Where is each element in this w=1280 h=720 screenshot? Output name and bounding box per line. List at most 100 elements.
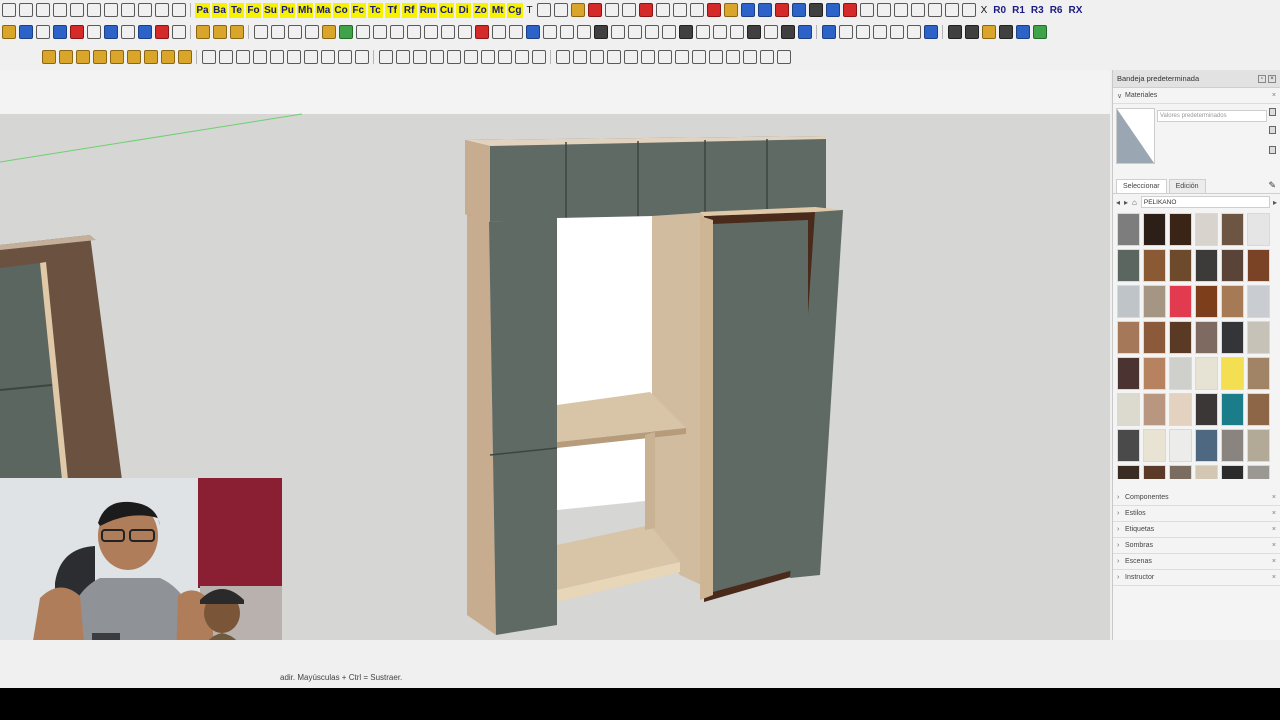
plugin-tag-tc[interactable]: Tc [367,2,383,18]
box-icon[interactable] [860,3,875,17]
plugin-tag-su[interactable]: Su [263,2,278,18]
close-icon[interactable]: × [1272,574,1276,581]
panel-icon-13[interactable] [508,25,523,39]
shape-tool-icon-7[interactable] [143,50,158,64]
material-swatch[interactable] [1117,465,1140,479]
plugin-tag-mt[interactable]: Mt [490,2,506,18]
book-icon[interactable] [724,3,739,17]
arc-icon[interactable] [69,25,84,39]
sandbox-icon-11[interactable] [725,50,740,64]
drawer-icon[interactable] [525,25,540,39]
material-swatch[interactable] [1169,321,1192,354]
material-swatch[interactable] [1221,393,1244,426]
cut-icon[interactable] [52,3,67,17]
details-arrow-icon[interactable]: ▸ [1273,198,1277,207]
layers-icon[interactable] [947,25,962,39]
material-swatch[interactable] [1247,465,1270,479]
panel-icon-1[interactable] [253,25,268,39]
plugin-tag-fc[interactable]: Fc [350,2,366,18]
paint-icon[interactable] [571,3,586,17]
scale-icon[interactable] [171,25,186,39]
close-icon[interactable]: × [1272,542,1276,549]
panel-icon-18[interactable] [695,25,710,39]
round-r1-button[interactable]: R1 [1012,5,1025,16]
material-swatch[interactable] [1221,357,1244,390]
panel-icon-14[interactable] [542,25,557,39]
material-swatch[interactable] [1143,429,1166,462]
panel-icon-2[interactable] [270,25,285,39]
material-swatch[interactable] [1247,213,1270,246]
panel-icon-9[interactable] [423,25,438,39]
cabinet-icon[interactable] [321,25,336,39]
plugin-tag-cg[interactable]: Cg [507,2,523,18]
material-swatch[interactable] [1195,357,1218,390]
edit-icon-6[interactable] [286,50,301,64]
material-swatch[interactable] [1117,213,1140,246]
plugin-tag-pu[interactable]: Pu [280,2,295,18]
edit-icon-5[interactable] [269,50,284,64]
material-swatch[interactable] [1169,357,1192,390]
panel-icon-10[interactable] [440,25,455,39]
view-icon-2[interactable] [838,25,853,39]
close-icon[interactable]: × [1272,526,1276,533]
panel-icon-20[interactable] [729,25,744,39]
tape-icon[interactable] [554,3,569,17]
open-file-icon[interactable] [18,3,33,17]
export-icon[interactable] [780,25,795,39]
material-swatch[interactable] [1195,285,1218,318]
material-swatch[interactable] [1143,321,1166,354]
house-icon[interactable] [981,25,996,39]
material-swatch[interactable] [1247,429,1270,462]
shape-tool-icon-2[interactable] [58,50,73,64]
back-arrow-icon[interactable]: ◂ [1116,198,1120,207]
hatch-icon[interactable] [661,25,676,39]
material-swatch[interactable] [1169,429,1192,462]
section-instructor[interactable]: › Instructor × [1113,570,1280,586]
shape-icon[interactable] [86,25,101,39]
red-block-icon[interactable] [588,3,603,17]
plugin-tag-rm[interactable]: Rm [418,2,437,18]
panel-icon-7[interactable] [389,25,404,39]
push-pull-icon[interactable] [103,25,118,39]
material-swatch[interactable] [1117,321,1140,354]
sandbox-icon-10[interactable] [708,50,723,64]
round-r0-button[interactable]: R0 [993,5,1006,16]
sandbox-icon-13[interactable] [759,50,774,64]
red-square-icon[interactable] [843,3,858,17]
solid-tool-icon-9[interactable] [514,50,529,64]
sandbox-icon-4[interactable] [606,50,621,64]
move-icon[interactable] [120,25,135,39]
diamond-icon[interactable] [1015,25,1030,39]
sandbox-icon-1[interactable] [555,50,570,64]
solid-icon[interactable] [212,25,227,39]
forward-arrow-icon[interactable]: ▸ [1124,198,1128,207]
copy-icon[interactable] [69,3,84,17]
list-icon[interactable] [690,3,705,17]
material-swatch[interactable] [1117,249,1140,282]
material-swatch[interactable] [1169,249,1192,282]
panel-icon-5[interactable] [355,25,370,39]
plugin-tag-mh[interactable]: Mh [297,2,314,18]
material-swatch[interactable] [1247,249,1270,282]
hinge-icon[interactable] [474,25,489,39]
sandbox-icon-8[interactable] [674,50,689,64]
plugin-tag-cu[interactable]: Cu [438,2,455,18]
edit-icon-4[interactable] [252,50,267,64]
panel-icon-4[interactable] [304,25,319,39]
panel-icon-8[interactable] [406,25,421,39]
style-icon[interactable] [826,3,841,17]
follow-me-icon[interactable] [154,25,169,39]
sandbox-icon-14[interactable] [776,50,791,64]
panel-icon-16[interactable] [576,25,591,39]
sandbox-icon-12[interactable] [742,50,757,64]
shape-tool-icon-5[interactable] [109,50,124,64]
shape-tool-icon-9[interactable] [177,50,192,64]
home-icon[interactable]: ⌂ [1132,198,1137,207]
material-name-field[interactable]: Valores predeterminados [1157,110,1267,122]
material-swatch[interactable] [1221,285,1244,318]
material-swatch[interactable] [1143,285,1166,318]
undo-icon[interactable] [120,3,135,17]
round-rx-button[interactable]: RX [1068,5,1082,16]
view-icon-3[interactable] [855,25,870,39]
sandbox-icon-9[interactable] [691,50,706,64]
